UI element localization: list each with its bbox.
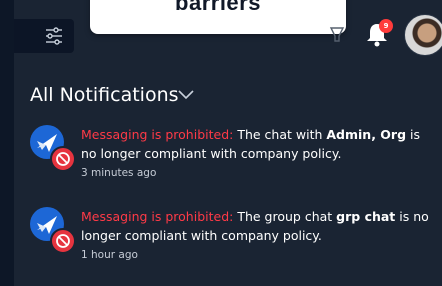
filter-button[interactable] <box>14 19 74 53</box>
blocked-icon <box>50 228 76 254</box>
chat-name: Admin, Org <box>326 127 407 142</box>
avatar[interactable] <box>404 14 442 56</box>
message-text: The group chat <box>233 209 337 224</box>
filter-sliders-icon <box>46 27 62 45</box>
banner-text: barriers <box>175 0 261 15</box>
chevron-down-icon[interactable] <box>178 90 194 100</box>
left-strip <box>0 0 14 286</box>
tool-icon[interactable] <box>328 22 346 44</box>
timestamp: 1 hour ago <box>81 249 138 261</box>
chat-name: grp chat <box>336 209 396 224</box>
warning-text: Messaging is prohibited: <box>81 209 234 224</box>
warning-text: Messaging is prohibited: <box>81 127 234 142</box>
message-text: The chat with <box>233 127 327 142</box>
notification-message: Messaging is prohibited: The group chat … <box>81 207 431 245</box>
notification-count-badge: 9 <box>379 19 393 33</box>
page-title: All Notifications <box>30 84 179 106</box>
notification-message: Messaging is prohibited: The chat with A… <box>81 125 431 163</box>
banner-popup: barriers <box>90 0 346 34</box>
blocked-icon <box>50 146 76 172</box>
timestamp: 3 minutes ago <box>81 167 157 179</box>
